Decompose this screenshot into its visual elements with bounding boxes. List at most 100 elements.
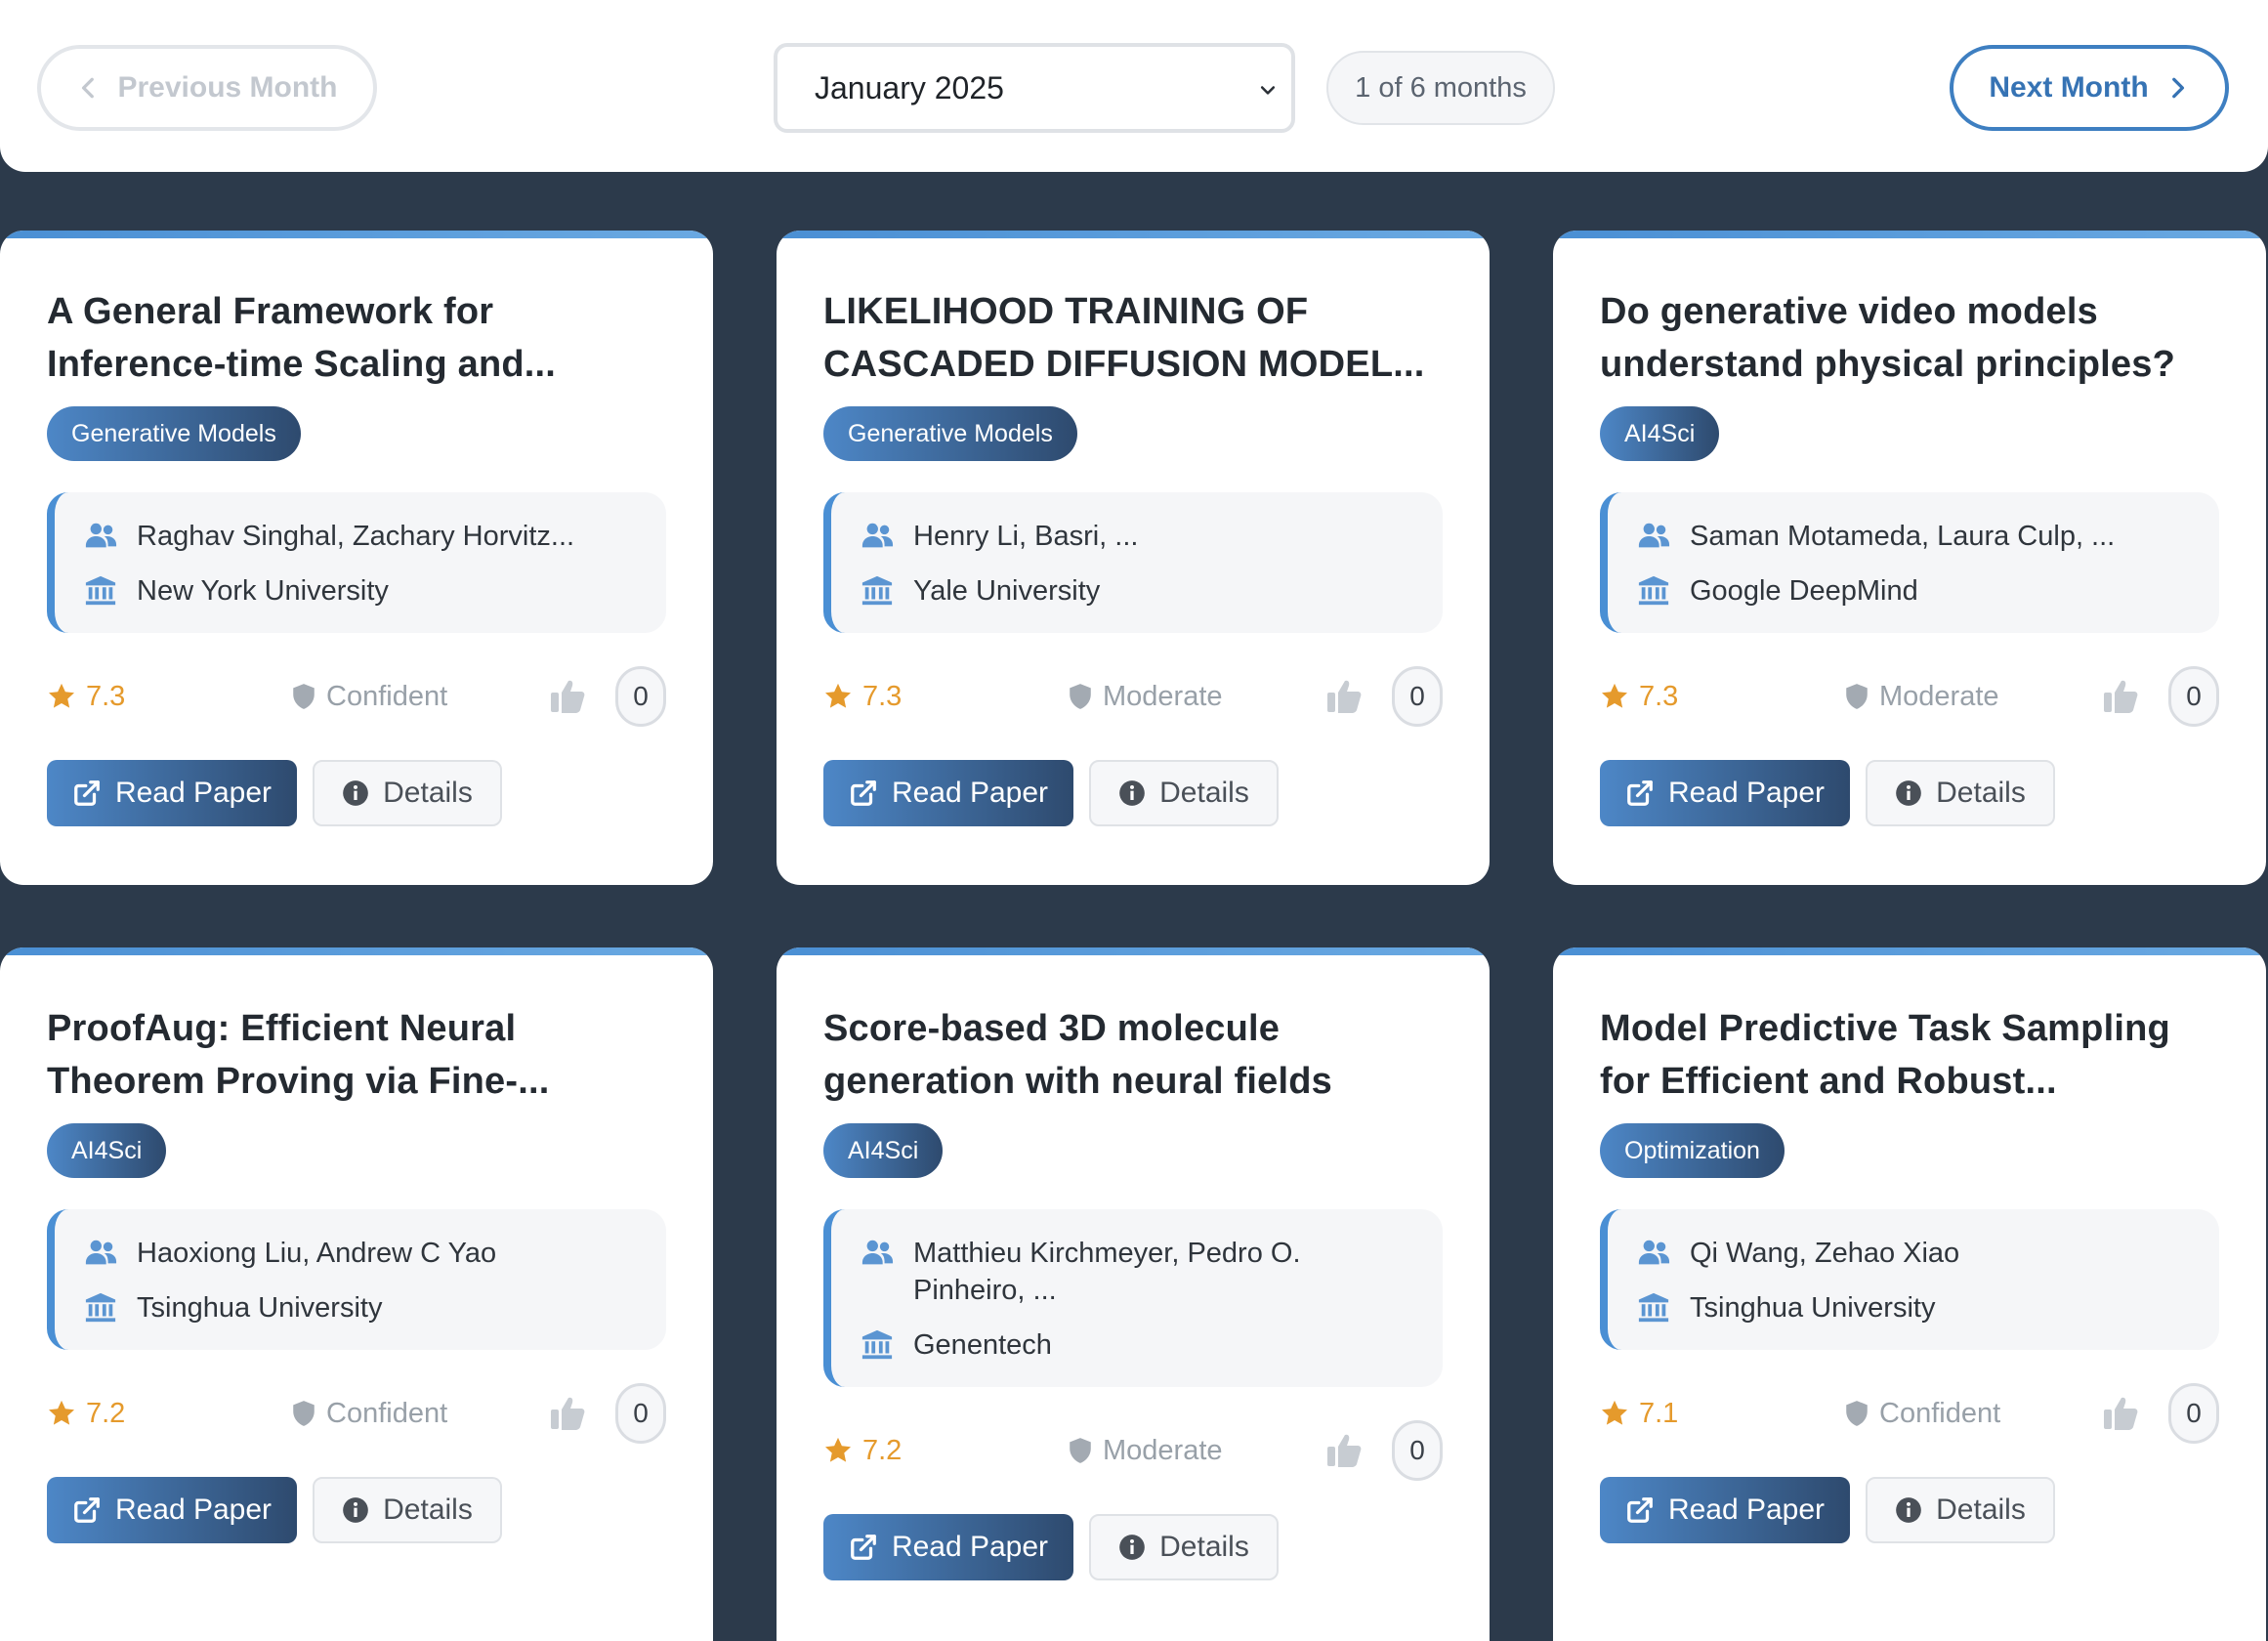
previous-month-button[interactable]: Previous Month	[37, 45, 377, 131]
month-count-text: 1 of 6 months	[1355, 71, 1527, 104]
read-paper-button[interactable]: Read Paper	[823, 1514, 1073, 1580]
category-tag[interactable]: AI4Sci	[1600, 406, 1720, 461]
paper-title[interactable]: LIKELIHOOD TRAINING OF CASCADED DIFFUSIO…	[823, 285, 1443, 391]
read-paper-button[interactable]: Read Paper	[1600, 1477, 1850, 1543]
paper-card-grid: A General Framework for Inference-time S…	[0, 231, 2268, 1641]
confidence: Moderate	[1844, 681, 1999, 713]
paper-info-box: Matthieu Kirchmeyer, Pedro O. Pinheiro, …	[823, 1209, 1443, 1387]
like-count: 0	[1392, 1420, 1443, 1481]
confidence: Moderate	[1068, 1435, 1223, 1467]
rating-value: 7.2	[86, 1397, 126, 1429]
thumbs-up-icon[interactable]	[1325, 1432, 1363, 1469]
paper-title[interactable]: Score-based 3D molecule generation with …	[823, 1002, 1443, 1108]
like-count: 0	[2168, 1383, 2219, 1444]
details-button[interactable]: Details	[313, 760, 502, 826]
paper-card: LIKELIHOOD TRAINING OF CASCADED DIFFUSIO…	[777, 231, 1490, 885]
details-button[interactable]: Details	[1089, 760, 1279, 826]
star-icon	[1602, 1400, 1627, 1425]
paper-title[interactable]: A General Framework for Inference-time S…	[47, 285, 666, 391]
next-month-button[interactable]: Next Month	[1950, 45, 2229, 131]
details-button[interactable]: Details	[1866, 1477, 2055, 1543]
card-actions: Read Paper Details	[47, 1477, 666, 1543]
details-label: Details	[1159, 777, 1249, 809]
paper-title[interactable]: ProofAug: Efficient Neural Theorem Provi…	[47, 1002, 666, 1108]
confidence: Moderate	[1068, 681, 1223, 713]
external-link-icon	[1627, 1497, 1653, 1523]
institution-icon	[861, 575, 893, 606]
rating: 7.1	[1600, 1398, 1678, 1430]
card-actions: Read Paper Details	[1600, 760, 2219, 826]
star-icon	[825, 1437, 851, 1462]
thumbs-up-icon[interactable]	[2102, 1395, 2139, 1432]
card-actions: Read Paper Details	[1600, 1477, 2219, 1543]
like-count: 0	[615, 666, 666, 727]
rating-value: 7.3	[862, 680, 903, 712]
institution-text: New York University	[137, 575, 389, 607]
thumbs-up-icon[interactable]	[1325, 678, 1363, 715]
chevron-left-icon	[82, 77, 95, 99]
details-label: Details	[1936, 777, 2026, 809]
like-count-value: 0	[2186, 1398, 2202, 1428]
institution-row: New York University	[84, 572, 637, 610]
read-paper-label: Read Paper	[1667, 1494, 1826, 1526]
read-paper-button[interactable]: Read Paper	[47, 760, 297, 826]
paper-info-box: Qi Wang, Zehao Xiao Tsinghua University	[1600, 1209, 2219, 1350]
read-paper-button[interactable]: Read Paper	[47, 1477, 297, 1543]
next-month-label: Next Month	[1989, 71, 2149, 104]
month-select[interactable]: January 2025	[774, 43, 1295, 133]
authors-text: Henry Li, Basri, ...	[913, 521, 1139, 552]
rating: 7.2	[823, 1435, 902, 1467]
thumbs-up-icon[interactable]	[549, 1395, 586, 1432]
details-label: Details	[383, 1494, 473, 1526]
info-icon	[1119, 1535, 1145, 1560]
paper-title[interactable]: Do generative video models understand ph…	[1600, 285, 2219, 391]
read-paper-button[interactable]: Read Paper	[1600, 760, 1850, 826]
authors-text: Haoxiong Liu, Andrew C Yao	[137, 1238, 497, 1269]
institution-text: Tsinghua University	[137, 1292, 383, 1324]
rating-value: 7.1	[1639, 1397, 1679, 1429]
details-label: Details	[1936, 1494, 2026, 1526]
paper-info-box: Saman Motameda, Laura Culp, ... Google D…	[1600, 492, 2219, 633]
paper-card: Score-based 3D molecule generation with …	[777, 947, 1490, 1641]
authors-text: Raghav Singhal, Zachary Horvitz...	[137, 521, 575, 552]
star-icon	[49, 683, 74, 708]
category-tag[interactable]: AI4Sci	[823, 1123, 944, 1178]
category-tag[interactable]: AI4Sci	[47, 1123, 167, 1178]
category-tag[interactable]: Generative Models	[823, 406, 1077, 461]
external-link-icon	[851, 780, 876, 806]
thumbs-up-icon[interactable]	[549, 678, 586, 715]
paper-card: Model Predictive Task Sampling for Effic…	[1553, 947, 2266, 1641]
category-tag[interactable]: Optimization	[1600, 1123, 1785, 1178]
card-actions: Read Paper Details	[47, 760, 666, 826]
rating: 7.3	[823, 681, 902, 713]
details-button[interactable]: Details	[1089, 1514, 1279, 1580]
rating: 7.2	[47, 1398, 125, 1430]
institution-icon	[85, 1292, 116, 1323]
confidence: Confident	[291, 681, 447, 713]
authors-row: Qi Wang, Zehao Xiao	[1637, 1235, 2190, 1272]
like-count-value: 0	[1409, 681, 1425, 711]
thumbs-up-icon[interactable]	[2102, 678, 2139, 715]
confidence-text: Moderate	[1103, 680, 1223, 712]
authors-row: Haoxiong Liu, Andrew C Yao	[84, 1235, 637, 1272]
institution-row: Tsinghua University	[84, 1289, 637, 1326]
institution-text: Genentech	[913, 1329, 1052, 1361]
paper-title[interactable]: Model Predictive Task Sampling for Effic…	[1600, 1002, 2219, 1108]
info-icon	[343, 1497, 368, 1523]
details-button[interactable]: Details	[1866, 760, 2055, 826]
category-tag[interactable]: Generative Models	[47, 406, 301, 461]
month-count-badge: 1 of 6 months	[1326, 51, 1555, 125]
users-icon	[1638, 1240, 1670, 1265]
details-button[interactable]: Details	[313, 1477, 502, 1543]
paper-info-box: Haoxiong Liu, Andrew C Yao Tsinghua Univ…	[47, 1209, 666, 1350]
like-count-value: 0	[2186, 681, 2202, 711]
paper-meta-row: 7.2 Moderate 0	[823, 1420, 1443, 1481]
confidence-text: Moderate	[1103, 1434, 1223, 1466]
rating-value: 7.3	[86, 680, 126, 712]
shield-icon	[293, 1401, 315, 1426]
institution-row: Tsinghua University	[1637, 1289, 2190, 1326]
chevron-right-icon	[2171, 77, 2184, 99]
rating-value: 7.3	[1639, 680, 1679, 712]
read-paper-button[interactable]: Read Paper	[823, 760, 1073, 826]
card-actions: Read Paper Details	[823, 760, 1443, 826]
